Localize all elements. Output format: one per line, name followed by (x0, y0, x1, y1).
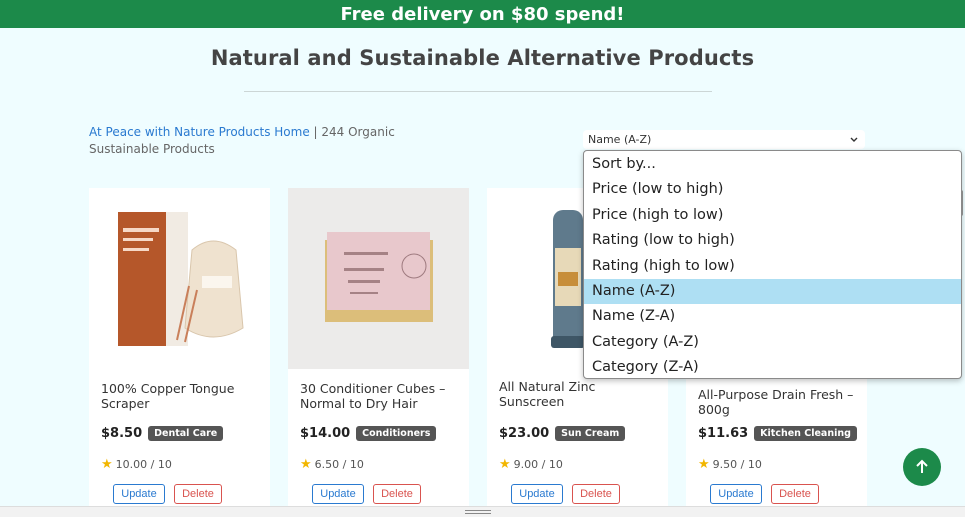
product-name[interactable]: 30 Conditioner Cubes – Normal to Dry Hai… (300, 381, 460, 411)
delete-button[interactable]: Delete (572, 484, 620, 504)
price-row: $14.00 Conditioners (300, 426, 437, 441)
sort-option-selected[interactable]: Name (A-Z) (584, 278, 961, 305)
free-delivery-banner: Free delivery on $80 spend! (0, 0, 965, 28)
rating-value: 10.00 / 10 (115, 458, 172, 471)
product-price: $14.00 (300, 426, 351, 441)
rating-value: 6.50 / 10 (314, 458, 364, 471)
sort-option[interactable]: Price (high to low) (584, 203, 961, 228)
arrow-up-icon (916, 459, 928, 473)
drag-handle-icon[interactable] (465, 510, 491, 514)
tongue-scraper-product-image[interactable] (89, 188, 270, 369)
page-title: Natural and Sustainable Alternative Prod… (210, 46, 755, 70)
product-name[interactable]: 100% Copper Tongue Scraper (101, 381, 261, 411)
product-card[interactable]: 30 Conditioner Cubes – Normal to Dry Hai… (288, 188, 469, 506)
title-divider (244, 91, 712, 92)
product-name[interactable]: All Natural Zinc Sunscreen (499, 379, 659, 409)
product-price: $11.63 (698, 426, 749, 441)
product-price: $23.00 (499, 426, 550, 441)
sort-option[interactable]: Category (Z-A) (584, 355, 961, 380)
sort-option[interactable]: Name (Z-A) (584, 304, 961, 329)
star-icon: ★ (101, 457, 113, 472)
sort-dropdown-menu: Sort by... Price (low to high) Price (hi… (583, 150, 962, 379)
sort-select[interactable]: Name (A-Z) (583, 130, 865, 149)
category-badge: Sun Cream (555, 426, 626, 441)
star-icon: ★ (698, 457, 710, 472)
price-row: $23.00 Sun Cream (499, 426, 626, 441)
product-name[interactable]: All-Purpose Drain Fresh – 800g (698, 387, 858, 417)
product-rating: ★ 10.00 / 10 (101, 457, 172, 472)
breadcrumb: At Peace with Nature Products Home | 244… (89, 124, 461, 158)
breadcrumb-home-link[interactable]: At Peace with Nature Products Home (89, 125, 310, 139)
sort-selected-value: Name (A-Z) (588, 133, 652, 146)
bottom-resize-bar (0, 506, 965, 517)
update-button[interactable]: Update (113, 484, 165, 504)
product-card[interactable]: 100% Copper Tongue Scraper $8.50 Dental … (89, 188, 270, 506)
delete-button[interactable]: Delete (771, 484, 819, 504)
price-row: $11.63 Kitchen Cleaning (698, 426, 857, 441)
rating-value: 9.00 / 10 (513, 458, 563, 471)
sort-option[interactable]: Rating (high to low) (584, 254, 961, 279)
product-rating: ★ 6.50 / 10 (300, 457, 364, 472)
product-price: $8.50 (101, 426, 143, 441)
sort-option[interactable]: Rating (low to high) (584, 228, 961, 253)
category-badge: Kitchen Cleaning (754, 426, 857, 441)
rating-value: 9.50 / 10 (712, 458, 762, 471)
sort-option[interactable]: Sort by... (584, 152, 961, 177)
sort-option[interactable]: Price (low to high) (584, 177, 961, 202)
product-rating: ★ 9.50 / 10 (698, 457, 762, 472)
delete-button[interactable]: Delete (373, 484, 421, 504)
price-row: $8.50 Dental Care (101, 426, 224, 441)
scroll-to-top-button[interactable] (903, 448, 941, 486)
update-button[interactable]: Update (710, 484, 762, 504)
product-rating: ★ 9.00 / 10 (499, 457, 563, 472)
update-button[interactable]: Update (312, 484, 364, 504)
delete-button[interactable]: Delete (174, 484, 222, 504)
star-icon: ★ (300, 457, 312, 472)
update-button[interactable]: Update (511, 484, 563, 504)
star-icon: ★ (499, 457, 511, 472)
conditioner-bar-product-image[interactable] (288, 188, 469, 369)
breadcrumb-separator: | (309, 125, 322, 139)
category-badge: Dental Care (148, 426, 224, 441)
category-badge: Conditioners (356, 426, 437, 441)
sort-option[interactable]: Category (A-Z) (584, 330, 961, 355)
